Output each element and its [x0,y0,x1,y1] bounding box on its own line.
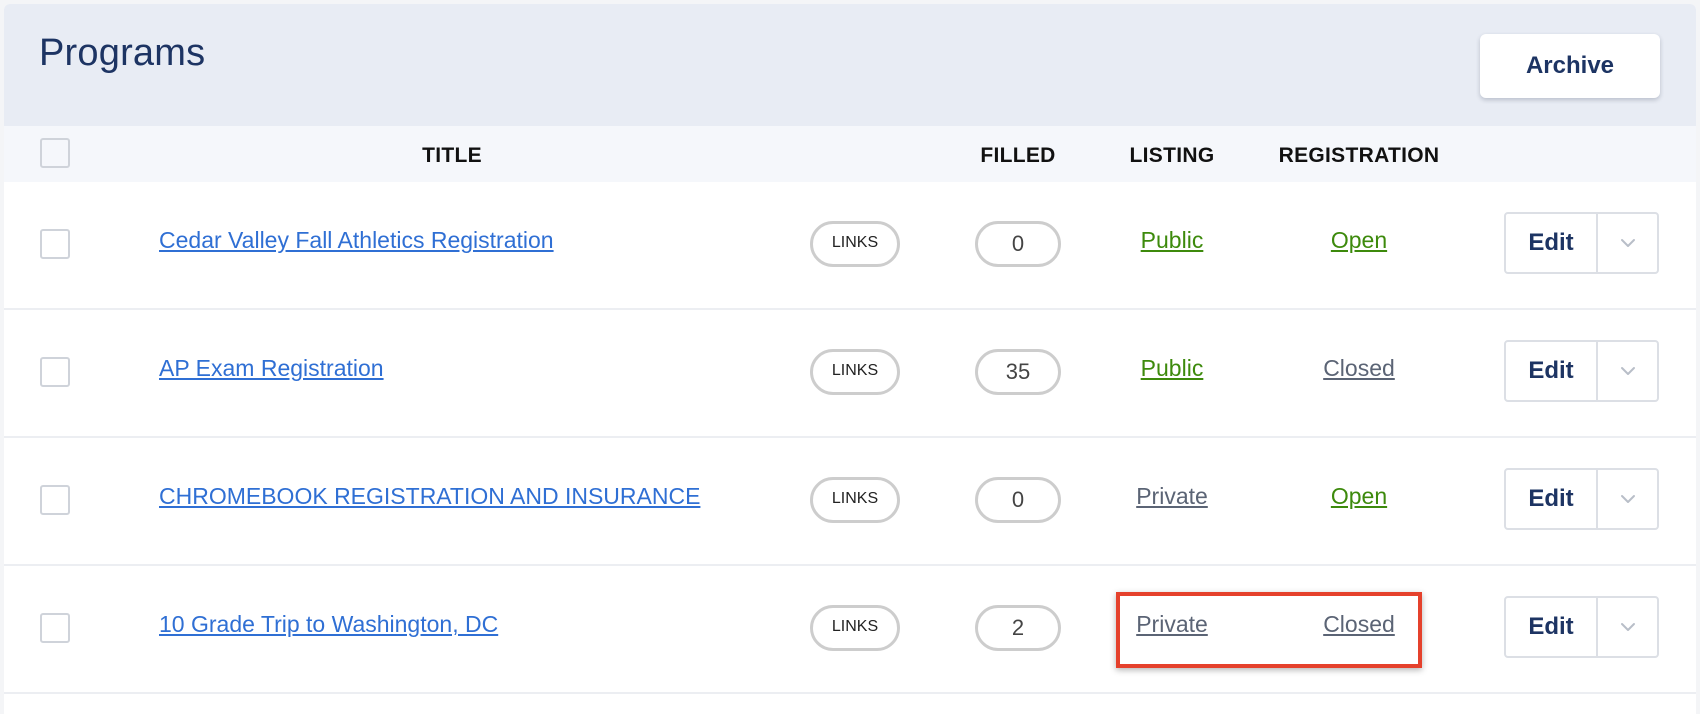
column-header-filled[interactable]: FILLED [958,144,1078,168]
chevron-down-icon [1620,623,1635,631]
edit-button[interactable]: Edit [1506,598,1598,656]
page-header: Programs Archive [4,4,1696,126]
row-checkbox[interactable] [40,357,70,387]
table-row: AP Exam Registration LINKS 35 Public Clo… [4,310,1696,438]
table-row: 10 Grade Trip to Washington, DC LINKS 2 … [4,566,1696,694]
filled-count-badge: 2 [975,605,1061,651]
column-header-listing[interactable]: LISTING [1102,144,1242,168]
programs-panel: Programs Archive TITLE FILLED LISTING RE… [4,4,1696,714]
filled-count-badge: 0 [975,477,1061,523]
actions-dropdown-button[interactable] [1598,598,1657,656]
program-title-link[interactable]: AP Exam Registration [159,355,384,382]
registration-status-link[interactable]: Open [1279,227,1439,254]
edit-button-group: Edit [1504,212,1659,274]
chevron-down-icon [1620,239,1635,247]
listing-status-link[interactable]: Private [1092,483,1252,510]
column-header-registration[interactable]: REGISTRATION [1264,144,1454,168]
edit-button-group: Edit [1504,340,1659,402]
column-header-title[interactable]: TITLE [384,144,520,168]
table-header: TITLE FILLED LISTING REGISTRATION [4,126,1696,182]
table-row: Cedar Valley Fall Athletics Registration… [4,182,1696,310]
actions-dropdown-button[interactable] [1598,470,1657,528]
page-title: Programs [39,32,206,74]
links-button[interactable]: LINKS [810,605,900,651]
edit-button[interactable]: Edit [1506,470,1598,528]
filled-count-badge: 35 [975,349,1061,395]
registration-status-link[interactable]: Closed [1279,355,1439,382]
chevron-down-icon [1620,495,1635,503]
actions-dropdown-button[interactable] [1598,214,1657,272]
links-button[interactable]: LINKS [810,221,900,267]
chevron-down-icon [1620,367,1635,375]
listing-status-link[interactable]: Private [1092,611,1252,638]
edit-button[interactable]: Edit [1506,214,1598,272]
archive-button[interactable]: Archive [1480,34,1660,98]
program-title-link[interactable]: 10 Grade Trip to Washington, DC [159,611,498,638]
row-checkbox[interactable] [40,229,70,259]
program-title-link[interactable]: Cedar Valley Fall Athletics Registration [159,227,554,254]
listing-status-link[interactable]: Public [1092,355,1252,382]
table-row: CHROMEBOOK REGISTRATION AND INSURANCE LI… [4,438,1696,566]
filled-count-badge: 0 [975,221,1061,267]
row-checkbox[interactable] [40,485,70,515]
registration-status-link[interactable]: Open [1279,483,1439,510]
links-button[interactable]: LINKS [810,349,900,395]
registration-status-link[interactable]: Closed [1279,611,1439,638]
actions-dropdown-button[interactable] [1598,342,1657,400]
edit-button-group: Edit [1504,468,1659,530]
listing-status-link[interactable]: Public [1092,227,1252,254]
program-title-link[interactable]: CHROMEBOOK REGISTRATION AND INSURANCE [159,483,700,510]
row-checkbox[interactable] [40,613,70,643]
links-button[interactable]: LINKS [810,477,900,523]
select-all-checkbox[interactable] [40,138,70,168]
edit-button-group: Edit [1504,596,1659,658]
edit-button[interactable]: Edit [1506,342,1598,400]
